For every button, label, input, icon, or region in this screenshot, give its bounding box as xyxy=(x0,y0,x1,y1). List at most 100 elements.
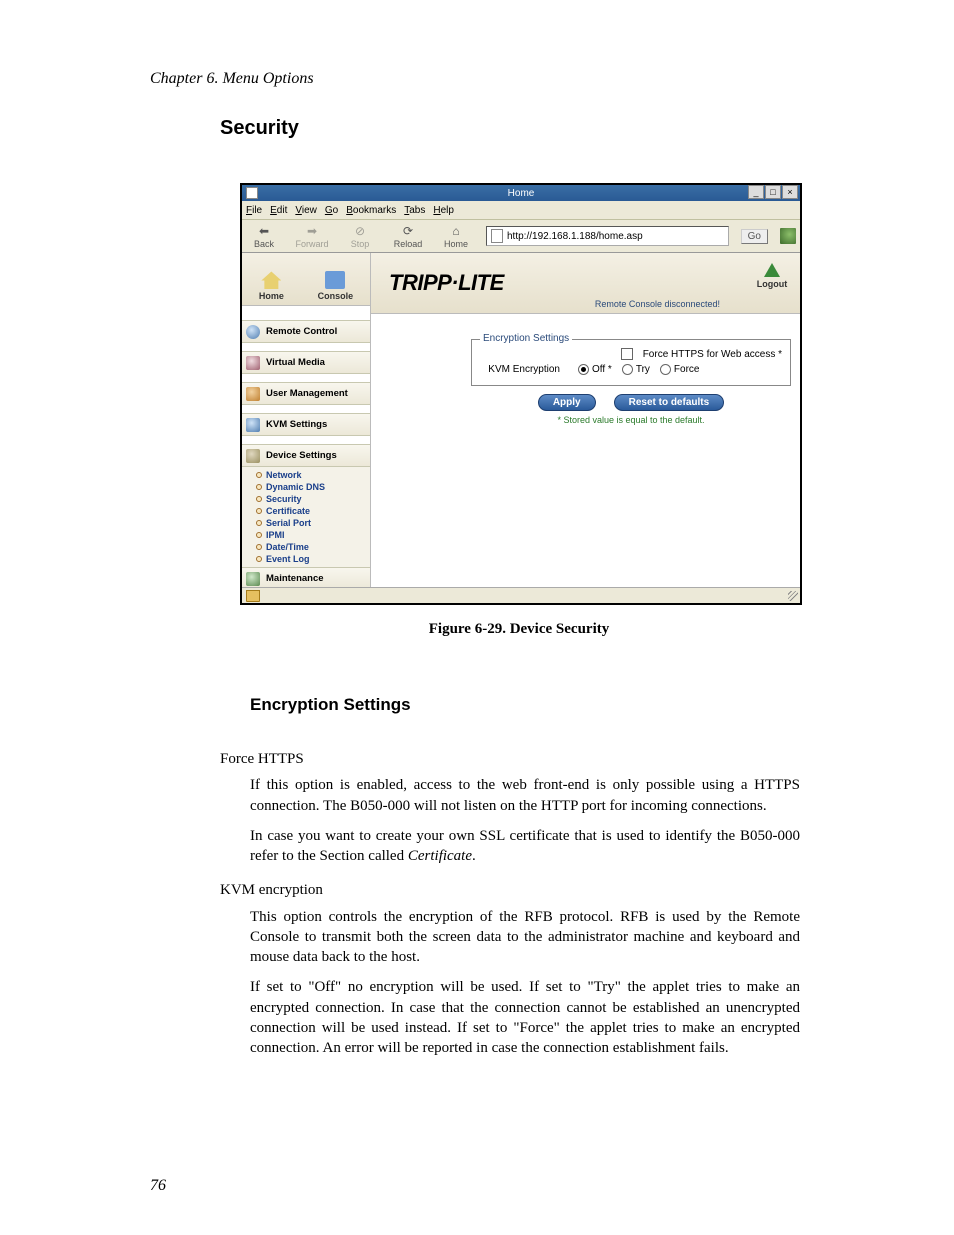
subnav-certificate[interactable]: Certificate xyxy=(256,505,370,517)
nav-remote-control[interactable]: Remote Control xyxy=(242,320,370,343)
certificate-ref: Certificate xyxy=(408,848,472,864)
virtual-media-icon xyxy=(246,356,260,370)
go-button[interactable]: Go xyxy=(741,229,768,244)
definition-list: Force HTTPS If this option is enabled, a… xyxy=(220,735,800,1058)
subnav-security[interactable]: Security xyxy=(256,493,370,505)
kvm-enc-force-radio[interactable] xyxy=(660,364,671,375)
nav-label: User Management xyxy=(266,388,348,399)
sidebar-console-label: Console xyxy=(318,291,354,301)
menu-go[interactable]: Go xyxy=(325,205,338,216)
stop-icon: ⊘ xyxy=(352,223,368,239)
reload-label: Reload xyxy=(394,239,423,249)
logout-link[interactable]: Logout xyxy=(752,263,792,289)
stop-label: Stop xyxy=(351,239,370,249)
menu-view[interactable]: View xyxy=(295,205,317,216)
menu-file[interactable]: File xyxy=(246,205,262,216)
reset-to-defaults-button[interactable]: Reset to defaults xyxy=(614,394,725,411)
maintenance-icon xyxy=(246,572,260,586)
kvm-settings-icon xyxy=(246,418,260,432)
sidebar-home-link[interactable]: Home xyxy=(259,271,284,301)
subnav-serial-port[interactable]: Serial Port xyxy=(256,517,370,529)
subnav-date-time[interactable]: Date/Time xyxy=(256,541,370,553)
subnav-device-settings: Network Dynamic DNS Security Certificate… xyxy=(242,467,370,568)
device-settings-icon xyxy=(246,449,260,463)
sidebar-header: Home Console xyxy=(242,253,370,306)
chapter-header: Chapter 6. Menu Options xyxy=(150,70,314,88)
nav-device-settings[interactable]: Device Settings xyxy=(242,444,370,467)
nav-user-management[interactable]: User Management xyxy=(242,382,370,405)
forward-label: Forward xyxy=(295,239,328,249)
forward-button[interactable]: ➡ Forward xyxy=(294,223,330,249)
nav-kvm-settings[interactable]: KVM Settings xyxy=(242,413,370,436)
logout-icon xyxy=(764,263,780,277)
section-title: Security xyxy=(220,117,299,140)
kvm-enc-off-radio[interactable] xyxy=(578,364,589,375)
encryption-settings-panel: Encryption Settings Force HTTPS for Web … xyxy=(471,339,791,425)
sidebar-home-label: Home xyxy=(259,291,284,301)
console-status: Remote Console disconnected! xyxy=(595,299,720,309)
menu-edit[interactable]: Edit xyxy=(270,205,287,216)
page-number: 76 xyxy=(150,1177,166,1195)
home-button[interactable]: ⌂ Home xyxy=(438,223,474,249)
menu-bar: File Edit View Go Bookmarks Tabs Help xyxy=(242,201,800,220)
resize-grip-icon[interactable] xyxy=(788,591,798,601)
console-icon xyxy=(325,271,345,289)
figure: Home _ □ × File Edit View Go Bookmarks T… xyxy=(240,183,798,638)
kvm-enc-off-label: Off * xyxy=(592,364,612,375)
remote-control-icon xyxy=(246,325,260,339)
nav-virtual-media[interactable]: Virtual Media xyxy=(242,351,370,374)
window-title: Home xyxy=(508,188,535,199)
reload-button[interactable]: ⟳ Reload xyxy=(390,223,426,249)
nav-label: Virtual Media xyxy=(266,357,325,368)
fieldset-legend: Encryption Settings xyxy=(480,333,572,344)
home-label: Home xyxy=(444,239,468,249)
def-text: . xyxy=(472,848,476,864)
browser-window: Home _ □ × File Edit View Go Bookmarks T… xyxy=(240,183,802,605)
content-pane: TRIPP·LITE Remote Console disconnected! … xyxy=(371,253,800,590)
nav-label: KVM Settings xyxy=(266,419,327,430)
subnav-ipmi[interactable]: IPMI xyxy=(256,529,370,541)
window-titlebar: Home _ □ × xyxy=(242,185,800,201)
force-https-label: Force HTTPS for Web access * xyxy=(643,349,782,360)
back-button[interactable]: ⬅ Back xyxy=(246,223,282,249)
term-kvm-encryption: KVM encryption xyxy=(220,880,800,900)
sidebar-console-link[interactable]: Console xyxy=(318,271,354,301)
brand-logo: TRIPP·LITE xyxy=(389,270,504,296)
subnav-network[interactable]: Network xyxy=(256,469,370,481)
kvm-enc-try-label: Try xyxy=(636,364,650,375)
home-icon xyxy=(261,271,281,289)
figure-caption: Figure 6-29. Device Security xyxy=(240,621,798,638)
kvm-enc-try-radio[interactable] xyxy=(622,364,633,375)
brand-bar: TRIPP·LITE Remote Console disconnected! … xyxy=(371,253,800,314)
force-https-checkbox[interactable] xyxy=(621,348,633,360)
def-kvm-encryption-1: This option controls the encryption of t… xyxy=(250,907,800,968)
close-button[interactable]: × xyxy=(782,185,798,199)
nav-label: Maintenance xyxy=(266,573,324,584)
user-management-icon xyxy=(246,387,260,401)
subnav-dynamic-dns[interactable]: Dynamic DNS xyxy=(256,481,370,493)
menu-tabs[interactable]: Tabs xyxy=(404,205,425,216)
address-bar[interactable]: http://192.168.1.188/home.asp xyxy=(486,226,729,246)
default-footnote: * Stored value is equal to the default. xyxy=(471,415,791,425)
kvm-enc-force-label: Force xyxy=(674,364,700,375)
apply-button[interactable]: Apply xyxy=(538,394,596,411)
logout-label: Logout xyxy=(752,279,792,289)
folder-icon xyxy=(246,590,260,602)
page-icon xyxy=(491,229,503,243)
menu-help[interactable]: Help xyxy=(433,205,454,216)
address-text: http://192.168.1.188/home.asp xyxy=(507,231,643,242)
stop-button[interactable]: ⊘ Stop xyxy=(342,223,378,249)
term-force-https: Force HTTPS xyxy=(220,749,800,769)
menu-bookmarks[interactable]: Bookmarks xyxy=(346,205,396,216)
kvm-encryption-label: KVM Encryption xyxy=(480,364,568,375)
forward-icon: ➡ xyxy=(304,223,320,239)
browser-toolbar: ⬅ Back ➡ Forward ⊘ Stop ⟳ Reload ⌂ Hom xyxy=(242,220,800,253)
reload-icon: ⟳ xyxy=(400,223,416,239)
subsection-title: Encryption Settings xyxy=(250,695,411,715)
throbber-icon xyxy=(780,228,796,244)
minimize-button[interactable]: _ xyxy=(748,185,764,199)
def-kvm-encryption-2: If set to "Off" no encryption will be us… xyxy=(250,977,800,1058)
subnav-event-log[interactable]: Event Log xyxy=(256,553,370,565)
nav-label: Device Settings xyxy=(266,450,337,461)
maximize-button[interactable]: □ xyxy=(765,185,781,199)
